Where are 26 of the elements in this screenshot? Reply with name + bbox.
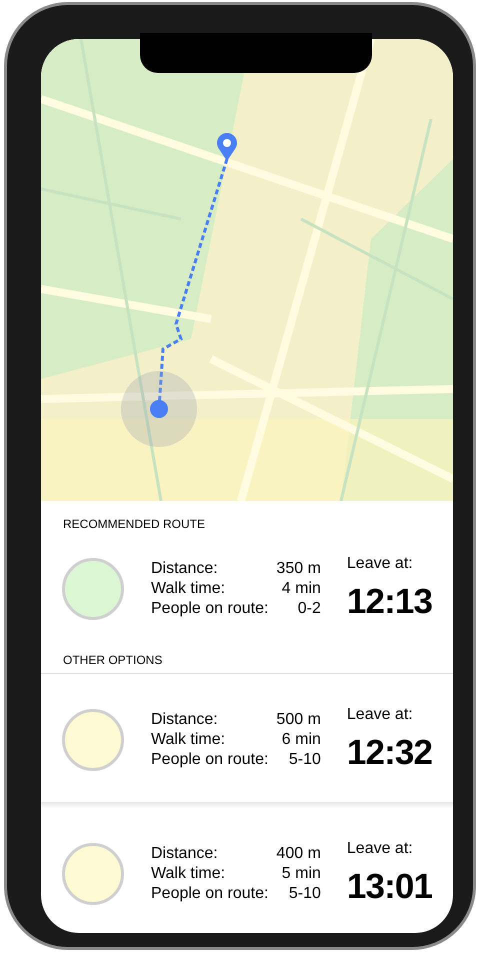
info-value: 0-2 — [296, 599, 321, 619]
info-value: 4 min — [280, 579, 321, 599]
info-label: Distance: — [151, 844, 219, 864]
leave-time: 12:32 — [346, 732, 432, 774]
leave-time: 12:13 — [346, 581, 432, 623]
info-value: 400 m — [276, 844, 321, 864]
info-value: 350 m — [276, 559, 321, 579]
info-label: People on route: — [151, 884, 268, 904]
info-label: Walk time: — [151, 579, 226, 599]
leave-label: Leave at: — [346, 839, 414, 859]
section-heading: OTHER OPTIONS — [63, 653, 164, 667]
info-label: People on route: — [151, 599, 268, 619]
section-heading: RECOMMENDED ROUTE — [62, 516, 206, 531]
info-label: People on route: — [151, 750, 268, 770]
info-label: Distance: — [151, 710, 219, 730]
info-value: 5-10 — [288, 884, 321, 904]
leave-time: 13:01 — [346, 866, 432, 908]
info-value: 5 min — [280, 864, 321, 884]
info-label: Walk time: — [151, 730, 226, 750]
leave-label: Leave at: — [346, 705, 414, 725]
info-value: 6 min — [280, 730, 321, 750]
info-value: 5-10 — [288, 750, 321, 770]
leave-label: Leave at: — [346, 554, 414, 574]
info-label: Walk time: — [151, 864, 226, 884]
info-value: 500 m — [276, 710, 321, 730]
info-label: Distance: — [151, 559, 219, 579]
